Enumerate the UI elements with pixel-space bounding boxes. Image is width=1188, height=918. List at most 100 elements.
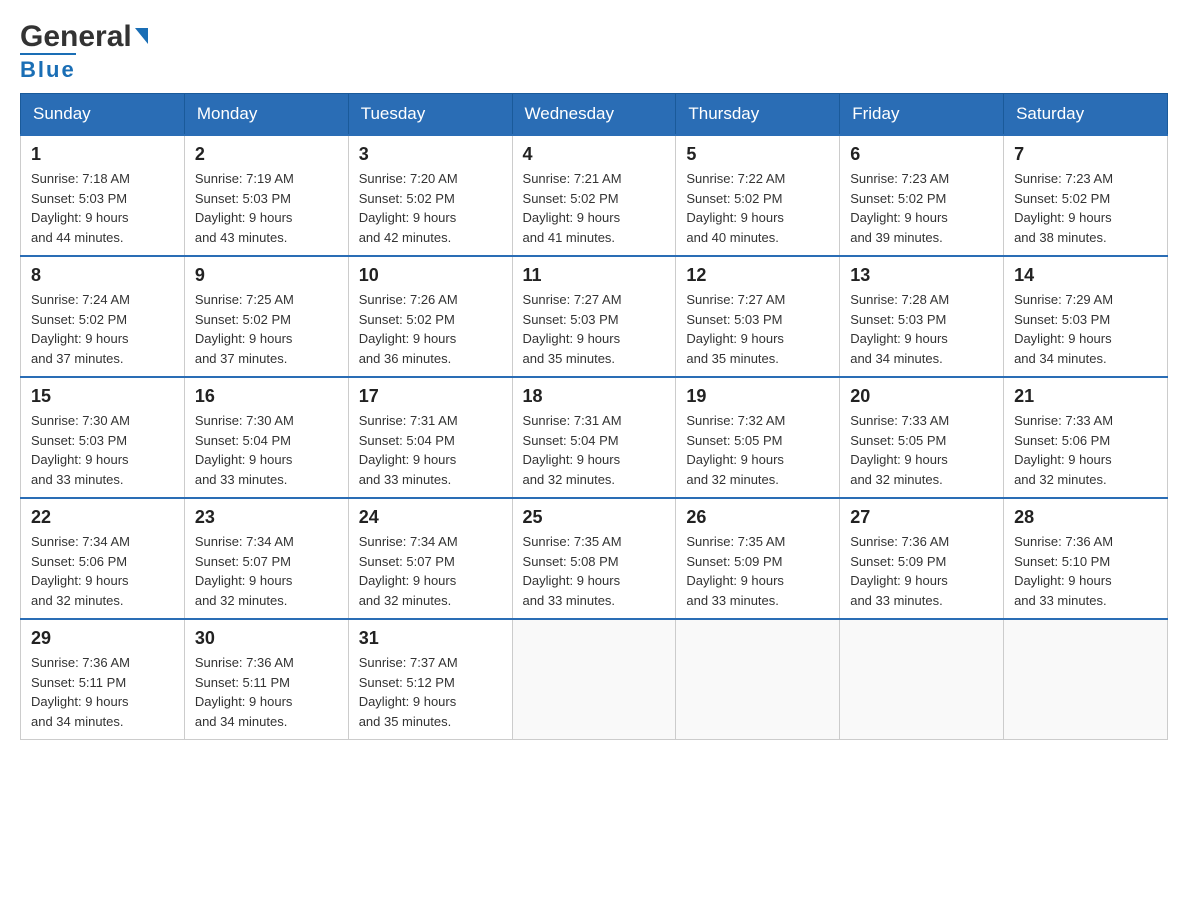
day-number: 22	[31, 507, 174, 528]
day-number: 4	[523, 144, 666, 165]
day-number: 3	[359, 144, 502, 165]
calendar-day-cell: 5 Sunrise: 7:22 AMSunset: 5:02 PMDaylight…	[676, 135, 840, 256]
day-info: Sunrise: 7:26 AMSunset: 5:02 PMDaylight:…	[359, 290, 502, 368]
day-info: Sunrise: 7:37 AMSunset: 5:12 PMDaylight:…	[359, 653, 502, 731]
calendar-day-cell: 17 Sunrise: 7:31 AMSunset: 5:04 PMDayligh…	[348, 377, 512, 498]
calendar-day-cell: 8 Sunrise: 7:24 AMSunset: 5:02 PMDaylight…	[21, 256, 185, 377]
day-info: Sunrise: 7:32 AMSunset: 5:05 PMDaylight:…	[686, 411, 829, 489]
day-of-week-header: Tuesday	[348, 94, 512, 136]
day-info: Sunrise: 7:19 AMSunset: 5:03 PMDaylight:…	[195, 169, 338, 247]
day-number: 5	[686, 144, 829, 165]
day-number: 10	[359, 265, 502, 286]
calendar-day-cell: 28Sunrise: 7:36 AMSunset: 5:10 PMDayligh…	[1004, 498, 1168, 619]
day-of-week-header: Monday	[184, 94, 348, 136]
day-of-week-header: Friday	[840, 94, 1004, 136]
calendar-day-cell: 7 Sunrise: 7:23 AMSunset: 5:02 PMDaylight…	[1004, 135, 1168, 256]
day-info: Sunrise: 7:21 AMSunset: 5:02 PMDaylight:…	[523, 169, 666, 247]
logo: General Blue	[20, 20, 148, 83]
day-number: 13	[850, 265, 993, 286]
day-info: Sunrise: 7:35 AMSunset: 5:09 PMDaylight:…	[686, 532, 829, 610]
calendar-day-cell	[1004, 619, 1168, 740]
calendar-day-cell: 15Sunrise: 7:30 AMSunset: 5:03 PMDayligh…	[21, 377, 185, 498]
calendar-day-cell: 23 Sunrise: 7:34 AMSunset: 5:07 PMDayligh…	[184, 498, 348, 619]
day-info: Sunrise: 7:28 AMSunset: 5:03 PMDaylight:…	[850, 290, 993, 368]
day-info: Sunrise: 7:31 AMSunset: 5:04 PMDaylight:…	[359, 411, 502, 489]
day-number: 16	[195, 386, 338, 407]
day-number: 18	[523, 386, 666, 407]
calendar-table: SundayMondayTuesdayWednesdayThursdayFrid…	[20, 93, 1168, 740]
day-number: 28	[1014, 507, 1157, 528]
day-info: Sunrise: 7:27 AMSunset: 5:03 PMDaylight:…	[686, 290, 829, 368]
day-info: Sunrise: 7:22 AMSunset: 5:02 PMDaylight:…	[686, 169, 829, 247]
calendar-day-cell: 6 Sunrise: 7:23 AMSunset: 5:02 PMDaylight…	[840, 135, 1004, 256]
day-number: 29	[31, 628, 174, 649]
calendar-day-cell: 16 Sunrise: 7:30 AMSunset: 5:04 PMDayligh…	[184, 377, 348, 498]
day-number: 21	[1014, 386, 1157, 407]
day-info: Sunrise: 7:30 AMSunset: 5:04 PMDaylight:…	[195, 411, 338, 489]
day-number: 23	[195, 507, 338, 528]
day-number: 14	[1014, 265, 1157, 286]
day-info: Sunrise: 7:36 AMSunset: 5:11 PMDaylight:…	[31, 653, 174, 731]
day-number: 6	[850, 144, 993, 165]
calendar-day-cell: 25 Sunrise: 7:35 AMSunset: 5:08 PMDayligh…	[512, 498, 676, 619]
day-info: Sunrise: 7:18 AMSunset: 5:03 PMDaylight:…	[31, 169, 174, 247]
day-number: 19	[686, 386, 829, 407]
day-number: 30	[195, 628, 338, 649]
calendar-day-cell: 11Sunrise: 7:27 AMSunset: 5:03 PMDayligh…	[512, 256, 676, 377]
calendar-day-cell: 4 Sunrise: 7:21 AMSunset: 5:02 PMDaylight…	[512, 135, 676, 256]
calendar-day-cell: 26 Sunrise: 7:35 AMSunset: 5:09 PMDayligh…	[676, 498, 840, 619]
calendar-day-cell: 14 Sunrise: 7:29 AMSunset: 5:03 PMDayligh…	[1004, 256, 1168, 377]
day-info: Sunrise: 7:23 AMSunset: 5:02 PMDaylight:…	[850, 169, 993, 247]
day-info: Sunrise: 7:23 AMSunset: 5:02 PMDaylight:…	[1014, 169, 1157, 247]
calendar-day-cell: 27Sunrise: 7:36 AMSunset: 5:09 PMDayligh…	[840, 498, 1004, 619]
calendar-day-cell	[512, 619, 676, 740]
calendar-week-row: 8 Sunrise: 7:24 AMSunset: 5:02 PMDaylight…	[21, 256, 1168, 377]
calendar-day-cell: 9 Sunrise: 7:25 AMSunset: 5:02 PMDaylight…	[184, 256, 348, 377]
day-info: Sunrise: 7:33 AMSunset: 5:06 PMDaylight:…	[1014, 411, 1157, 489]
calendar-day-cell: 21 Sunrise: 7:33 AMSunset: 5:06 PMDayligh…	[1004, 377, 1168, 498]
calendar-day-cell: 29 Sunrise: 7:36 AMSunset: 5:11 PMDayligh…	[21, 619, 185, 740]
calendar-day-cell: 18 Sunrise: 7:31 AMSunset: 5:04 PMDayligh…	[512, 377, 676, 498]
day-info: Sunrise: 7:31 AMSunset: 5:04 PMDaylight:…	[523, 411, 666, 489]
calendar-day-cell: 31Sunrise: 7:37 AMSunset: 5:12 PMDayligh…	[348, 619, 512, 740]
day-info: Sunrise: 7:35 AMSunset: 5:08 PMDaylight:…	[523, 532, 666, 610]
day-number: 7	[1014, 144, 1157, 165]
calendar-day-cell: 22 Sunrise: 7:34 AMSunset: 5:06 PMDayligh…	[21, 498, 185, 619]
day-info: Sunrise: 7:24 AMSunset: 5:02 PMDaylight:…	[31, 290, 174, 368]
calendar-day-cell: 1 Sunrise: 7:18 AMSunset: 5:03 PMDaylight…	[21, 135, 185, 256]
day-info: Sunrise: 7:20 AMSunset: 5:02 PMDaylight:…	[359, 169, 502, 247]
day-info: Sunrise: 7:27 AMSunset: 5:03 PMDaylight:…	[523, 290, 666, 368]
day-info: Sunrise: 7:25 AMSunset: 5:02 PMDaylight:…	[195, 290, 338, 368]
calendar-day-cell: 2 Sunrise: 7:19 AMSunset: 5:03 PMDaylight…	[184, 135, 348, 256]
calendar-day-cell: 10 Sunrise: 7:26 AMSunset: 5:02 PMDayligh…	[348, 256, 512, 377]
calendar-day-cell: 30 Sunrise: 7:36 AMSunset: 5:11 PMDayligh…	[184, 619, 348, 740]
day-info: Sunrise: 7:34 AMSunset: 5:07 PMDaylight:…	[195, 532, 338, 610]
day-number: 2	[195, 144, 338, 165]
day-number: 9	[195, 265, 338, 286]
calendar-week-row: 22 Sunrise: 7:34 AMSunset: 5:06 PMDayligh…	[21, 498, 1168, 619]
calendar-header-row: SundayMondayTuesdayWednesdayThursdayFrid…	[21, 94, 1168, 136]
calendar-day-cell	[676, 619, 840, 740]
day-number: 26	[686, 507, 829, 528]
day-info: Sunrise: 7:29 AMSunset: 5:03 PMDaylight:…	[1014, 290, 1157, 368]
calendar-day-cell: 20 Sunrise: 7:33 AMSunset: 5:05 PMDayligh…	[840, 377, 1004, 498]
calendar-week-row: 29 Sunrise: 7:36 AMSunset: 5:11 PMDayligh…	[21, 619, 1168, 740]
day-info: Sunrise: 7:34 AMSunset: 5:06 PMDaylight:…	[31, 532, 174, 610]
day-number: 20	[850, 386, 993, 407]
day-info: Sunrise: 7:36 AMSunset: 5:11 PMDaylight:…	[195, 653, 338, 731]
calendar-day-cell: 19 Sunrise: 7:32 AMSunset: 5:05 PMDayligh…	[676, 377, 840, 498]
calendar-day-cell	[840, 619, 1004, 740]
day-number: 25	[523, 507, 666, 528]
calendar-day-cell: 12Sunrise: 7:27 AMSunset: 5:03 PMDayligh…	[676, 256, 840, 377]
day-info: Sunrise: 7:30 AMSunset: 5:03 PMDaylight:…	[31, 411, 174, 489]
calendar-week-row: 1 Sunrise: 7:18 AMSunset: 5:03 PMDaylight…	[21, 135, 1168, 256]
day-of-week-header: Thursday	[676, 94, 840, 136]
logo-general-text: General	[20, 20, 148, 53]
day-number: 17	[359, 386, 502, 407]
calendar-week-row: 15Sunrise: 7:30 AMSunset: 5:03 PMDayligh…	[21, 377, 1168, 498]
day-info: Sunrise: 7:34 AMSunset: 5:07 PMDaylight:…	[359, 532, 502, 610]
day-of-week-header: Sunday	[21, 94, 185, 136]
day-number: 8	[31, 265, 174, 286]
day-number: 1	[31, 144, 174, 165]
day-info: Sunrise: 7:33 AMSunset: 5:05 PMDaylight:…	[850, 411, 993, 489]
